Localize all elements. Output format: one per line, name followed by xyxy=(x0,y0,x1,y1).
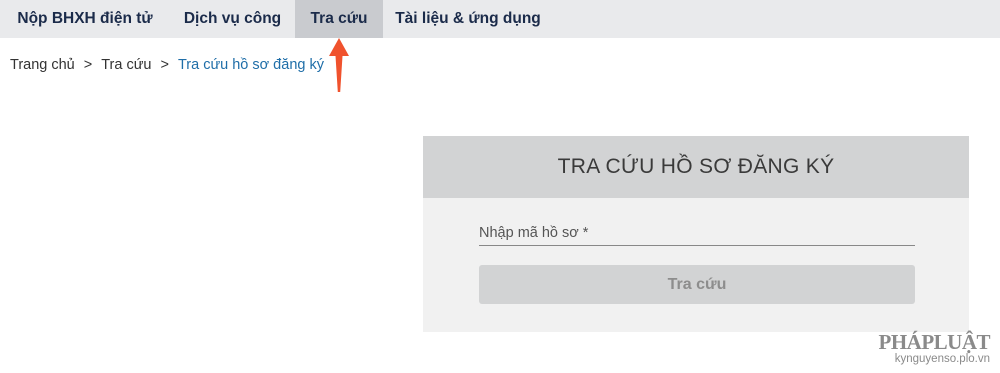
main-navigation: Nộp BHXH điện tử Dịch vụ công Tra cứu Tà… xyxy=(0,0,1000,38)
nav-item-tra-cuu[interactable]: Tra cứu xyxy=(295,0,383,38)
application-code-input[interactable] xyxy=(479,245,915,246)
nav-item-dich-vu-cong[interactable]: Dịch vụ công xyxy=(170,0,295,38)
lookup-button[interactable]: Tra cứu xyxy=(479,265,915,304)
breadcrumb-separator: > xyxy=(160,57,169,74)
watermark: PHÁPLUẬT kynguyenso.plo.vn xyxy=(879,331,991,366)
breadcrumb-current[interactable]: Tra cứu hồ sơ đăng ký xyxy=(178,57,324,73)
watermark-url: kynguyenso.plo.vn xyxy=(894,353,990,365)
lookup-card: TRA CỨU HỒ SƠ ĐĂNG KÝ Nhập mã hồ sơ * Tr… xyxy=(423,136,969,332)
breadcrumb-home[interactable]: Trang chủ xyxy=(10,57,75,73)
nav-item-nop-bhxh[interactable]: Nộp BHXH điện tử xyxy=(0,0,170,38)
application-code-label[interactable]: Nhập mã hồ sơ * xyxy=(479,225,588,241)
arrow-up-icon xyxy=(329,38,349,92)
watermark-logo: PHÁPLUẬT xyxy=(878,330,991,354)
breadcrumb-separator: > xyxy=(83,57,93,74)
nav-item-tai-lieu-ung-dung[interactable]: Tài liệu & ứng dụng xyxy=(383,0,553,38)
breadcrumb: Trang chủ > Tra cứu > Tra cứu hồ sơ đăng ký xyxy=(10,57,324,73)
lookup-card-title: TRA CỨU HỒ SƠ ĐĂNG KÝ xyxy=(423,136,969,198)
breadcrumb-section[interactable]: Tra cứu xyxy=(101,57,151,73)
